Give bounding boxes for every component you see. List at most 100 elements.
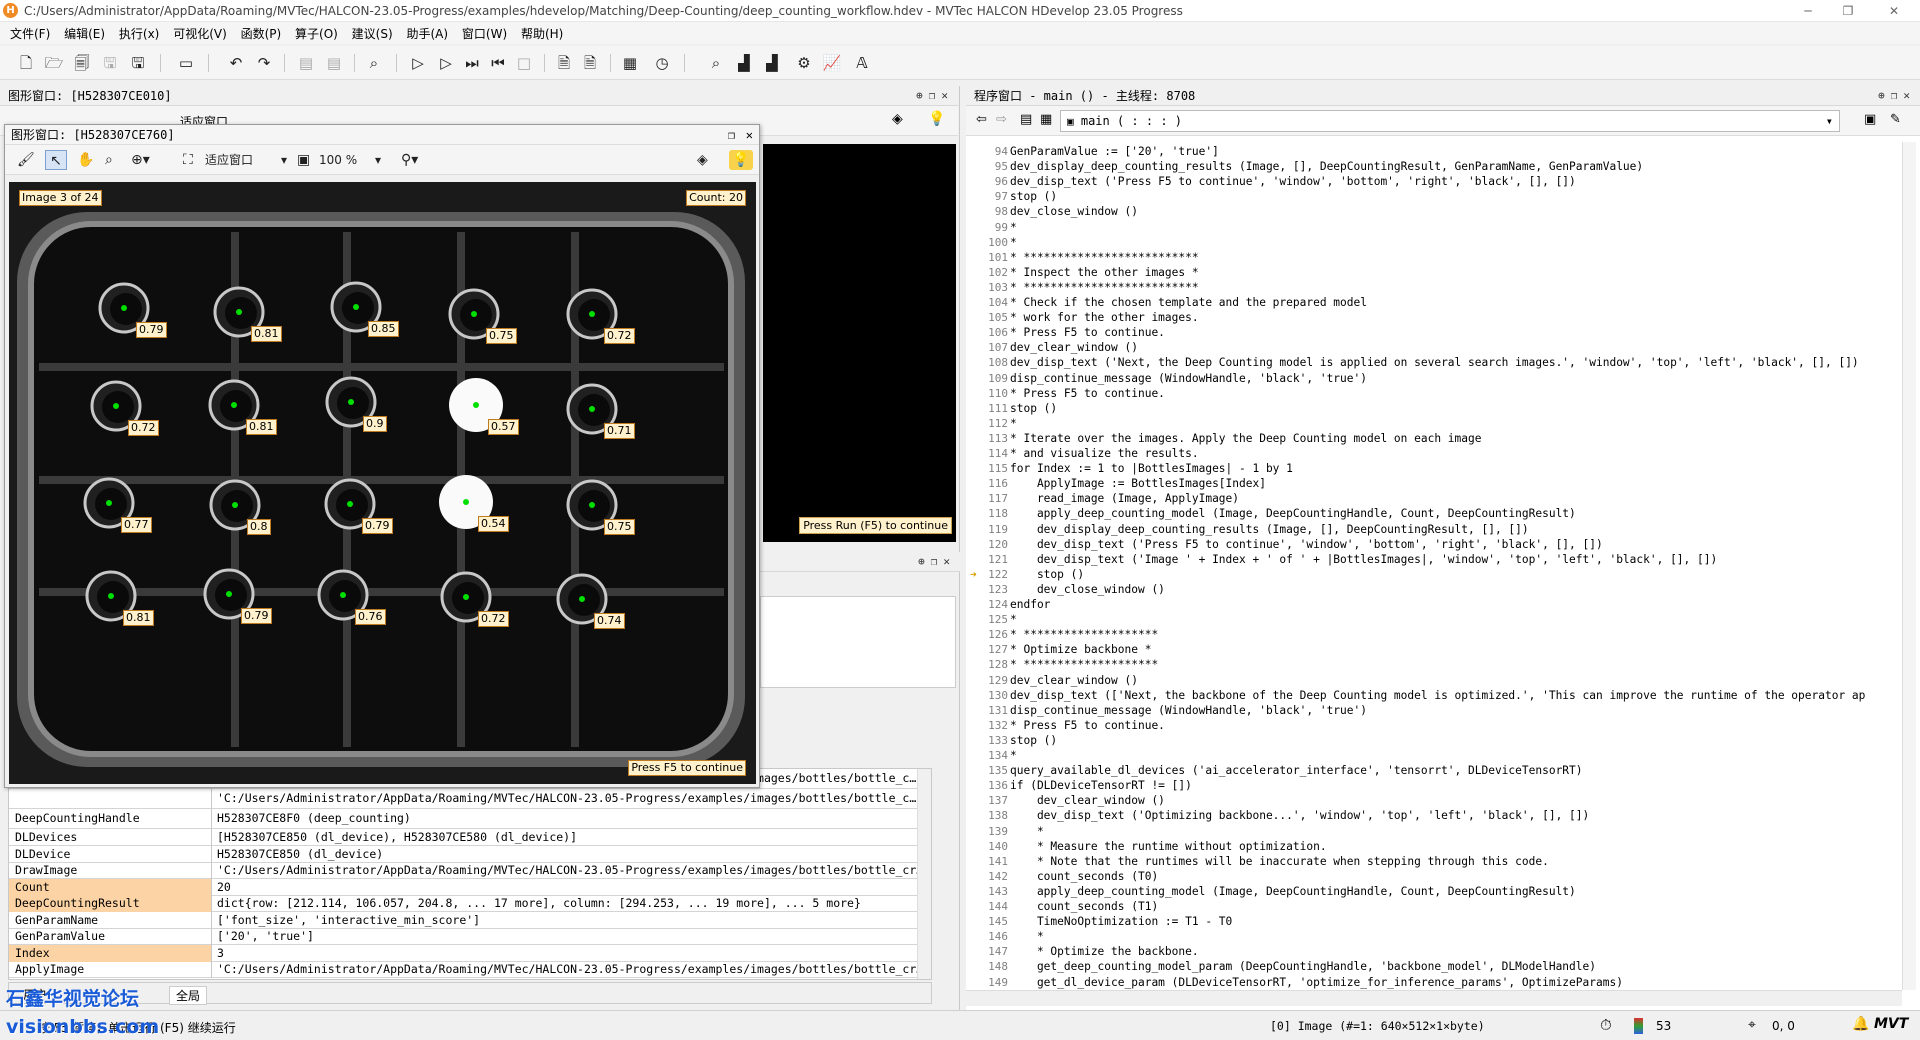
code-line[interactable]: 140 * Measure the runtime without optimi… (966, 839, 1902, 854)
code-line[interactable]: 144 count_seconds (T1) (966, 899, 1902, 914)
restore-icon[interactable]: ❐ (728, 125, 735, 145)
code-line[interactable]: 110 * Press F5 to continue. (966, 386, 1902, 401)
code-line[interactable]: 99 * (966, 220, 1902, 235)
floating-window-titlebar[interactable]: 图形窗口: [H528307CE760] ❐ ✕ (5, 125, 759, 145)
code-line[interactable]: 115 for Index := 1 to |BottlesImages| - 1… (966, 461, 1902, 476)
code-line[interactable]: 119 dev_display_deep_counting_results (I… (966, 522, 1902, 537)
menu-window[interactable]: 窗口(W) (462, 22, 507, 42)
code-line[interactable]: 113 * Iterate over the images. Apply the … (966, 431, 1902, 446)
code-line[interactable]: 129 dev_clear_window () (966, 673, 1902, 688)
code-line[interactable]: 139 * (966, 824, 1902, 839)
profiler-icon[interactable]: ◷ (652, 53, 672, 73)
zoom-dropdown-icon[interactable]: ▾ (375, 150, 381, 170)
code-line[interactable]: 128 * ******************** (966, 657, 1902, 672)
edit-procedure-icon[interactable]: ▣ (1864, 112, 1876, 127)
code-line[interactable]: 137 dev_clear_window () (966, 793, 1902, 808)
code-line[interactable]: 124 endfor (966, 597, 1902, 612)
redo-icon[interactable]: ↷ (254, 53, 274, 73)
save-all-icon[interactable]: 🖫 (128, 53, 148, 73)
zoom-level[interactable]: 100 % (319, 150, 357, 170)
code-line[interactable]: 106 * Press F5 to continue. (966, 325, 1902, 340)
wrench-icon[interactable]: ✎ (1890, 112, 1901, 127)
lightbulb-icon[interactable]: 💡 (928, 111, 945, 127)
code-line[interactable]: 149 get_dl_device_param (DLDeviceTensorR… (966, 975, 1902, 990)
code-line[interactable]: 143 apply_deep_counting_model (Image, De… (966, 884, 1902, 899)
cut-icon[interactable]: ▤ (296, 53, 316, 73)
variable-row[interactable]: Index 3 (9, 944, 931, 962)
back-arrow-icon[interactable]: ⇦ (976, 112, 987, 127)
code-line[interactable]: 146 * (966, 929, 1902, 944)
code-line[interactable]: 105 * work for the other images. (966, 310, 1902, 325)
reset-program-icon[interactable]: 🗎 (554, 53, 574, 73)
layers-icon[interactable]: ◈ (892, 111, 903, 127)
hand-icon[interactable]: ✋ (77, 150, 94, 170)
back-graphics-canvas[interactable]: Press Run (F5) to continue (763, 144, 956, 542)
step-into-icon[interactable]: ▷ (436, 53, 456, 73)
minimize-button[interactable]: ─ (1794, 2, 1822, 20)
code-line[interactable]: 134 * (966, 748, 1902, 763)
variable-row[interactable]: GenParamValue ['20', 'true'] (9, 928, 931, 945)
code-line[interactable]: 123 dev_close_window () (966, 582, 1902, 597)
image-canvas[interactable]: Image 3 of 24 Count: 20 Press F5 to cont… (9, 182, 756, 784)
restore-button[interactable]: ❐ (1834, 2, 1862, 20)
code-line[interactable]: 114 * and visualize the results. (966, 446, 1902, 461)
menu-execute[interactable]: 执行(x) (119, 22, 159, 42)
code-scrollbar[interactable] (1902, 142, 1916, 990)
histogram-icon[interactable]: ▟ (734, 53, 754, 73)
code-line[interactable]: 118 apply_deep_counting_model (Image, De… (966, 506, 1902, 521)
code-editor[interactable]: 94 GenParamValue := ['20', 'true'] 95 dev_d… (966, 142, 1902, 990)
new-file-icon[interactable]: 🗋 (16, 53, 36, 73)
code-line[interactable]: 135 query_available_dl_devices ('ai_accel… (966, 763, 1902, 778)
code-line[interactable]: 122 stop () ➜ (966, 567, 1902, 582)
variable-row[interactable]: ApplyImage 'C:/Users/Administrator/AppDat… (9, 961, 931, 978)
code-hscrollbar[interactable] (966, 990, 1902, 1006)
variable-row[interactable]: DeepCountingHandle H528307CE8F0 (deep_co… (9, 809, 931, 829)
variable-row[interactable]: 'C:/Users/Administrator/AppData/Roaming/… (9, 789, 931, 809)
code-line[interactable]: 120 dev_disp_text ('Press F5 to continue… (966, 537, 1902, 552)
step-back-icon[interactable]: ⏮ (488, 53, 508, 73)
code-line[interactable]: 126 * ******************** (966, 627, 1902, 642)
code-line[interactable]: 121 dev_disp_text ('Image ' + Index + ' … (966, 552, 1902, 567)
procedure-list-icon[interactable]: ▤ (1020, 112, 1032, 127)
code-line[interactable]: 100 * (966, 235, 1902, 250)
magnifier-icon[interactable]: ⌕ (105, 150, 113, 170)
run-icon[interactable]: ▷ (408, 53, 428, 73)
variable-row[interactable]: DeepCountingResult dict{row: [212.114, 10… (9, 895, 931, 912)
code-line[interactable]: 108 dev_disp_text ('Next, the Deep Counti… (966, 355, 1902, 370)
code-line[interactable]: 107 dev_clear_window () (966, 340, 1902, 355)
code-line[interactable]: 116 ApplyImage := BottlesImages[Index] (966, 476, 1902, 491)
open-example-icon[interactable]: 🗐 (72, 53, 92, 73)
dropdown-arrow-icon[interactable]: ▾ (281, 150, 287, 170)
code-line[interactable]: 112 * (966, 416, 1902, 431)
code-line[interactable]: 130 dev_disp_text (['Next, the backbone o… (966, 688, 1902, 703)
code-line[interactable]: 96 dev_disp_text ('Press F5 to continue',… (966, 174, 1902, 189)
fit-window-label[interactable]: 适应窗口 (205, 150, 253, 170)
menu-file[interactable]: 文件(F) (10, 22, 50, 42)
menu-operators[interactable]: 算子(O) (295, 22, 338, 42)
zoom-icon[interactable]: ⌕ (706, 53, 726, 73)
code-line[interactable]: 111 stop () (966, 401, 1902, 416)
code-line[interactable]: 117 read_image (Image, ApplyImage) (966, 491, 1902, 506)
code-line[interactable]: 131 disp_continue_message (WindowHandle, … (966, 703, 1902, 718)
lightbulb-icon[interactable]: 💡 (729, 150, 753, 170)
zoom-in-icon[interactable]: ⊕▾ (131, 150, 150, 170)
code-line[interactable]: 98 dev_close_window () (966, 204, 1902, 219)
menu-suggestions[interactable]: 建议(S) (352, 22, 393, 42)
variable-row[interactable]: DLDevices [H528307CE850 (dl_device), H528… (9, 829, 931, 846)
variable-scrollbar[interactable] (917, 769, 931, 979)
code-line[interactable]: 136 if (DLDeviceTensorRT != []) (966, 778, 1902, 793)
procedure-icon[interactable]: ▦ (1040, 112, 1052, 127)
undo-icon[interactable]: ↶ (226, 53, 246, 73)
variable-row[interactable]: DrawImage 'C:/Users/Administrator/AppData… (9, 862, 931, 879)
code-line[interactable]: 104 * Check if the chosen template and th… (966, 295, 1902, 310)
pointer-icon[interactable]: ↖ (45, 150, 67, 170)
code-line[interactable]: 94 GenParamValue := ['20', 'true'] (966, 144, 1902, 159)
code-line[interactable]: 133 stop () (966, 733, 1902, 748)
variable-row[interactable]: GenParamName ['font_size', 'interactive_m… (9, 911, 931, 929)
code-line[interactable]: 145 TimeNoOptimization := T1 - T0 (966, 914, 1902, 929)
close-icon[interactable]: ✕ (746, 125, 753, 145)
code-line[interactable]: 148 get_deep_counting_model_param (DeepC… (966, 959, 1902, 974)
code-line[interactable]: 147 * Optimize the backbone. (966, 944, 1902, 959)
plot-icon[interactable]: 📈 (822, 53, 842, 73)
fit-window-icon[interactable]: ⛶ (183, 150, 193, 170)
